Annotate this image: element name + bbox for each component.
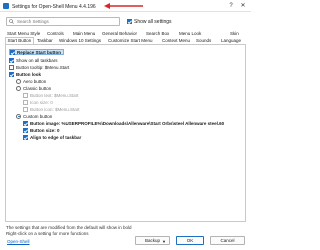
tab-row-1: Start Menu Style Controls Main Menu Gene… xyxy=(5,30,248,37)
option-label: Button text: $Menu.Start xyxy=(30,92,79,98)
info-text: The settings that are modified from the … xyxy=(6,225,132,237)
checkbox-icon[interactable] xyxy=(9,64,14,70)
backup-label: Backup xyxy=(144,238,160,243)
help-button[interactable]: ? xyxy=(226,2,236,10)
radio-icon[interactable] xyxy=(16,85,21,91)
search-box[interactable] xyxy=(6,17,120,26)
option-label: Button tooltip: $Menu.Start xyxy=(16,64,70,70)
checkbox-icon[interactable] xyxy=(9,57,14,63)
option-label: Show on all taskbars xyxy=(16,57,58,63)
option-label: Icon size: 0 xyxy=(30,99,53,105)
option-label: Align to edge of taskbar xyxy=(30,134,82,140)
checkbox-icon[interactable] xyxy=(23,120,28,126)
red-arrow-annotation xyxy=(104,3,143,9)
checkbox-icon[interactable] xyxy=(10,49,15,55)
title-bar: Settings for Open-Shell Menu 4.4.196 ? ✕ xyxy=(0,0,251,12)
show-all-label: Show all settings xyxy=(134,18,172,25)
option-label: Classic button xyxy=(23,85,52,91)
option-label: Custom button xyxy=(23,113,53,119)
option-label: Button size: 0 xyxy=(30,127,60,133)
ok-button[interactable]: OK xyxy=(176,236,204,245)
backup-button[interactable]: Backup ▼ xyxy=(135,236,170,245)
option-label: Aero button xyxy=(23,78,47,84)
start-button-settings-panel: Replace Start button Show on all taskbar… xyxy=(5,44,246,222)
chevron-down-icon: ▼ xyxy=(162,239,166,244)
replace-start-button-option[interactable]: Replace Start button xyxy=(9,49,65,55)
search-icon xyxy=(9,19,14,24)
option-label: Button look xyxy=(16,71,41,77)
radio-icon[interactable] xyxy=(16,113,21,119)
tab-start-menu-style[interactable]: Start Menu Style xyxy=(7,30,40,37)
tab-general-behavior[interactable]: General Behavior xyxy=(102,30,137,37)
app-icon xyxy=(3,3,9,9)
option-label: Replace Start button xyxy=(17,49,62,55)
checkbox-icon xyxy=(23,106,28,112)
button-size-option[interactable]: Button size: 0 xyxy=(23,127,60,133)
tab-sounds[interactable]: Sounds xyxy=(196,37,211,44)
tab-language[interactable]: Language xyxy=(221,37,241,44)
radio-icon[interactable] xyxy=(16,78,21,84)
info-line-2: Right-click on a setting for more functi… xyxy=(6,231,89,236)
show-all-settings-checkbox[interactable]: Show all settings xyxy=(127,18,172,25)
classic-button-text-option: Button text: $Menu.Start xyxy=(23,92,79,98)
checkbox-icon[interactable] xyxy=(23,134,28,140)
button-tooltip-option[interactable]: Button tooltip: $Menu.Start xyxy=(9,64,69,70)
tab-controls[interactable]: Controls xyxy=(47,30,64,37)
tab-taskbar[interactable]: Taskbar xyxy=(37,37,53,44)
search-input[interactable] xyxy=(17,18,117,25)
window-title: Settings for Open-Shell Menu 4.4.196 xyxy=(12,3,96,10)
classic-button-icon-option: Button icon: $Menu.Start xyxy=(23,106,80,112)
tab-row-2: Start Button Taskbar Windows 10 Settings… xyxy=(5,37,248,44)
classic-icon-size-option: Icon size: 0 xyxy=(23,99,53,105)
cancel-button[interactable]: Cancel xyxy=(210,236,245,245)
checkbox-icon[interactable] xyxy=(127,19,132,24)
open-shell-link[interactable]: Open-Shell xyxy=(7,239,30,244)
aero-button-radio[interactable]: Aero button xyxy=(16,78,46,84)
checkbox-icon[interactable] xyxy=(9,71,14,77)
button-look-option[interactable]: Button look xyxy=(9,71,41,77)
classic-button-radio[interactable]: Classic button xyxy=(16,85,51,91)
checkbox-icon xyxy=(23,99,28,105)
checkbox-icon[interactable] xyxy=(23,127,28,133)
tab-start-button[interactable]: Start Button xyxy=(5,37,34,44)
tab-menu-look[interactable]: Menu Look xyxy=(179,30,201,37)
tab-search-box[interactable]: Search Box xyxy=(146,30,169,37)
custom-button-radio[interactable]: Custom button xyxy=(16,113,52,119)
show-on-all-taskbars-option[interactable]: Show on all taskbars xyxy=(9,57,58,63)
align-to-edge-option[interactable]: Align to edge of taskbar xyxy=(23,134,81,140)
tab-context-menu[interactable]: Context Menu xyxy=(162,37,190,44)
tab-main-menu[interactable]: Main Menu xyxy=(73,30,95,37)
tab-skin[interactable]: Skin xyxy=(230,30,239,37)
button-image-option[interactable]: Button image: %USERPROFILE%\Downloads\Al… xyxy=(23,120,224,126)
tab-customize-start-menu[interactable]: Customize Start Menu xyxy=(108,37,153,44)
checkbox-icon xyxy=(23,92,28,98)
close-button[interactable]: ✕ xyxy=(238,2,248,10)
option-label: Button icon: $Menu.Start xyxy=(30,106,80,112)
tab-windows-10-settings[interactable]: Windows 10 Settings xyxy=(59,37,101,44)
option-label: Button image: %USERPROFILE%\Downloads\Al… xyxy=(30,120,225,126)
